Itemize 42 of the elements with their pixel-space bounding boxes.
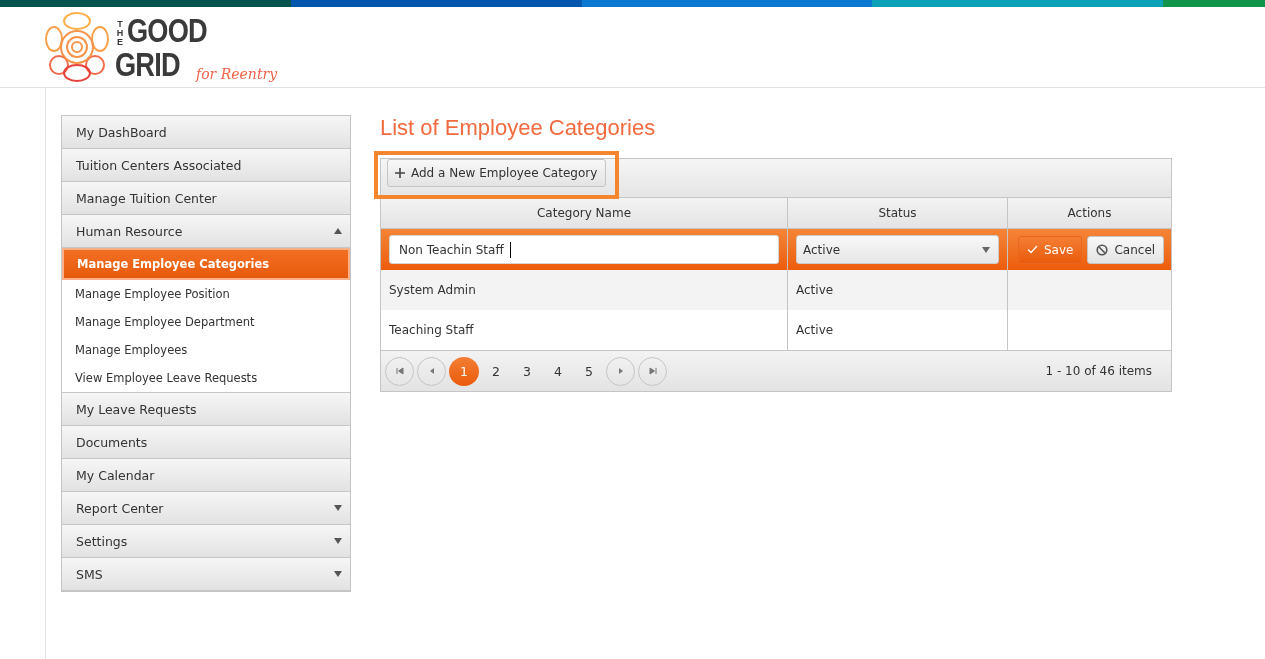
add-category-button[interactable]: Add a New Employee Category xyxy=(387,159,607,187)
pager-info: 1 - 10 of 46 items xyxy=(1045,364,1152,378)
column-header: Status xyxy=(788,198,1008,228)
sidebar-item[interactable]: Tuition Centers Associated xyxy=(62,149,350,182)
page-number[interactable]: 3 xyxy=(513,356,541,386)
logo-tagline: for Reentry xyxy=(196,67,278,81)
sidebar-subitem[interactable]: View Employee Leave Requests xyxy=(62,364,350,392)
page-title: List of Employee Categories xyxy=(380,115,657,141)
table-cell: Active xyxy=(796,283,834,297)
logo-text: THE xyxy=(115,20,125,47)
sidebar-item[interactable]: My Leave Requests xyxy=(62,393,350,426)
status-dropdown[interactable]: Active xyxy=(796,235,999,264)
checkmark-icon xyxy=(1027,245,1038,254)
sidebar-subitem[interactable]: Manage Employees xyxy=(62,336,350,364)
sidebar-subitem[interactable]: Manage Employee Department xyxy=(62,308,350,336)
flower-logo-icon xyxy=(45,11,109,83)
next-page-icon xyxy=(616,367,625,375)
sidebar-item[interactable]: Documents xyxy=(62,426,350,459)
sidebar-subitem[interactable]: Manage Employee Position xyxy=(62,280,350,308)
cancel-button[interactable]: Cancel xyxy=(1087,235,1165,264)
sidebar-item[interactable]: Manage Tuition Center xyxy=(62,182,350,215)
logo-text: GRID xyxy=(115,47,180,81)
column-header: Category Name xyxy=(381,198,788,228)
sidebar-item[interactable]: My Calendar xyxy=(62,459,350,492)
plus-icon xyxy=(395,168,405,178)
table-cell: System Admin xyxy=(389,283,476,297)
table-cell: Active xyxy=(796,323,834,337)
logo-text: GOOD xyxy=(127,13,207,47)
first-page-icon xyxy=(395,367,404,375)
sidebar-item[interactable]: Settings xyxy=(62,525,350,558)
sidebar-item[interactable]: Report Center xyxy=(62,492,350,525)
sidebar-item[interactable]: Human Resource xyxy=(62,215,350,248)
cancel-icon xyxy=(1096,243,1109,256)
category-name-input[interactable]: Non Teachin Staff xyxy=(389,235,779,264)
page-number[interactable]: 5 xyxy=(575,356,603,386)
page-number[interactable]: 4 xyxy=(544,356,572,386)
column-header: Actions xyxy=(1066,205,1113,222)
table-cell: Teaching Staff xyxy=(389,323,474,337)
sidebar-item[interactable]: SMS xyxy=(62,558,350,591)
sidebar-item[interactable]: My DashBoard xyxy=(62,116,350,149)
last-page-icon xyxy=(648,367,657,375)
page-number[interactable]: 2 xyxy=(482,356,510,386)
